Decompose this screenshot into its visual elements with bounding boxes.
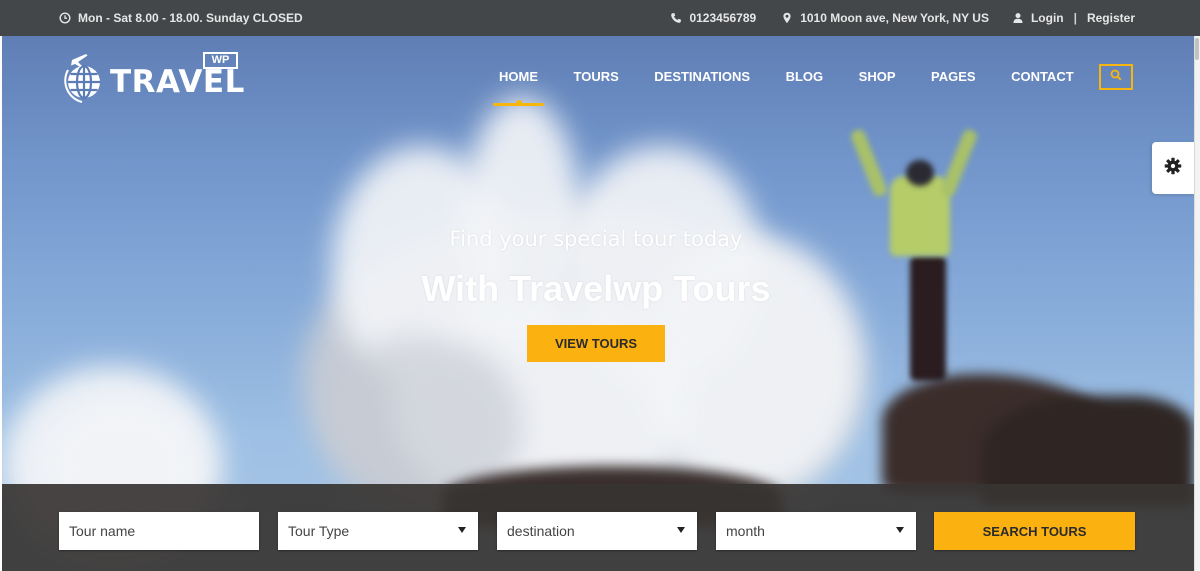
nav-shop[interactable]: SHOP — [859, 69, 896, 84]
logo-badge: WP — [203, 52, 238, 69]
dropdown-arrow-icon — [458, 527, 466, 533]
address: 1010 Moon ave, New York, NY US — [781, 11, 989, 25]
search-tours-button[interactable]: SEARCH TOURS — [934, 512, 1135, 550]
address-text: 1010 Moon ave, New York, NY US — [800, 11, 989, 25]
nav-destinations[interactable]: DESTINATIONS — [654, 69, 750, 84]
search-icon — [1110, 68, 1122, 86]
register-link[interactable]: Register — [1087, 11, 1135, 25]
month-value: month — [726, 523, 765, 539]
nav-tours[interactable]: TOURS — [574, 69, 619, 84]
nav-home[interactable]: HOME — [493, 69, 544, 106]
tour-type-select[interactable]: Tour Type — [278, 512, 478, 550]
divider: | — [1073, 11, 1077, 25]
nav-blog[interactable]: BLOG — [786, 69, 824, 84]
scrollbar-thumb[interactable] — [1195, 38, 1199, 60]
dropdown-arrow-icon — [896, 527, 904, 533]
settings-panel-toggle[interactable] — [1152, 142, 1194, 194]
globe-plane-icon — [58, 52, 110, 109]
tour-name-placeholder: Tour name — [69, 523, 136, 539]
clock-icon — [59, 12, 71, 24]
logo-text: TRAVEL — [110, 64, 245, 100]
login-label[interactable]: Login — [1031, 11, 1064, 25]
page-scrollbar[interactable] — [1194, 36, 1200, 571]
nav-contact[interactable]: CONTACT — [1011, 69, 1074, 84]
header-search-button[interactable] — [1099, 64, 1133, 90]
top-info-bar: Mon - Sat 8.00 - 18.00. Sunday CLOSED 01… — [0, 0, 1200, 36]
view-tours-button[interactable]: VIEW TOURS — [527, 325, 665, 362]
map-marker-icon — [781, 12, 793, 24]
hero-title: With Travelwp Tours — [421, 268, 771, 309]
user-icon — [1012, 12, 1024, 24]
nav-pages[interactable]: PAGES — [931, 69, 976, 84]
phone-number: 0123456789 — [689, 11, 757, 25]
tour-type-value: Tour Type — [288, 523, 350, 539]
site-logo[interactable]: TRAVEL WP — [58, 52, 244, 104]
phone-icon — [670, 12, 682, 24]
main-navigation: HOME TOURS DESTINATIONS BLOG SHOP PAGES … — [493, 69, 1109, 106]
destination-value: destination — [507, 523, 575, 539]
dropdown-arrow-icon — [677, 527, 685, 533]
opening-hours-text: Mon - Sat 8.00 - 18.00. Sunday CLOSED — [78, 11, 303, 25]
destination-select[interactable]: destination — [497, 512, 697, 550]
month-select[interactable]: month — [716, 512, 916, 550]
tour-name-input[interactable]: Tour name — [59, 512, 259, 550]
login-link[interactable]: Login — [1012, 11, 1064, 25]
hero-subtitle: Find your special tour today — [449, 227, 743, 251]
gear-icon — [1164, 157, 1182, 180]
phone[interactable]: 0123456789 — [670, 11, 756, 25]
opening-hours: Mon - Sat 8.00 - 18.00. Sunday CLOSED — [59, 11, 303, 25]
